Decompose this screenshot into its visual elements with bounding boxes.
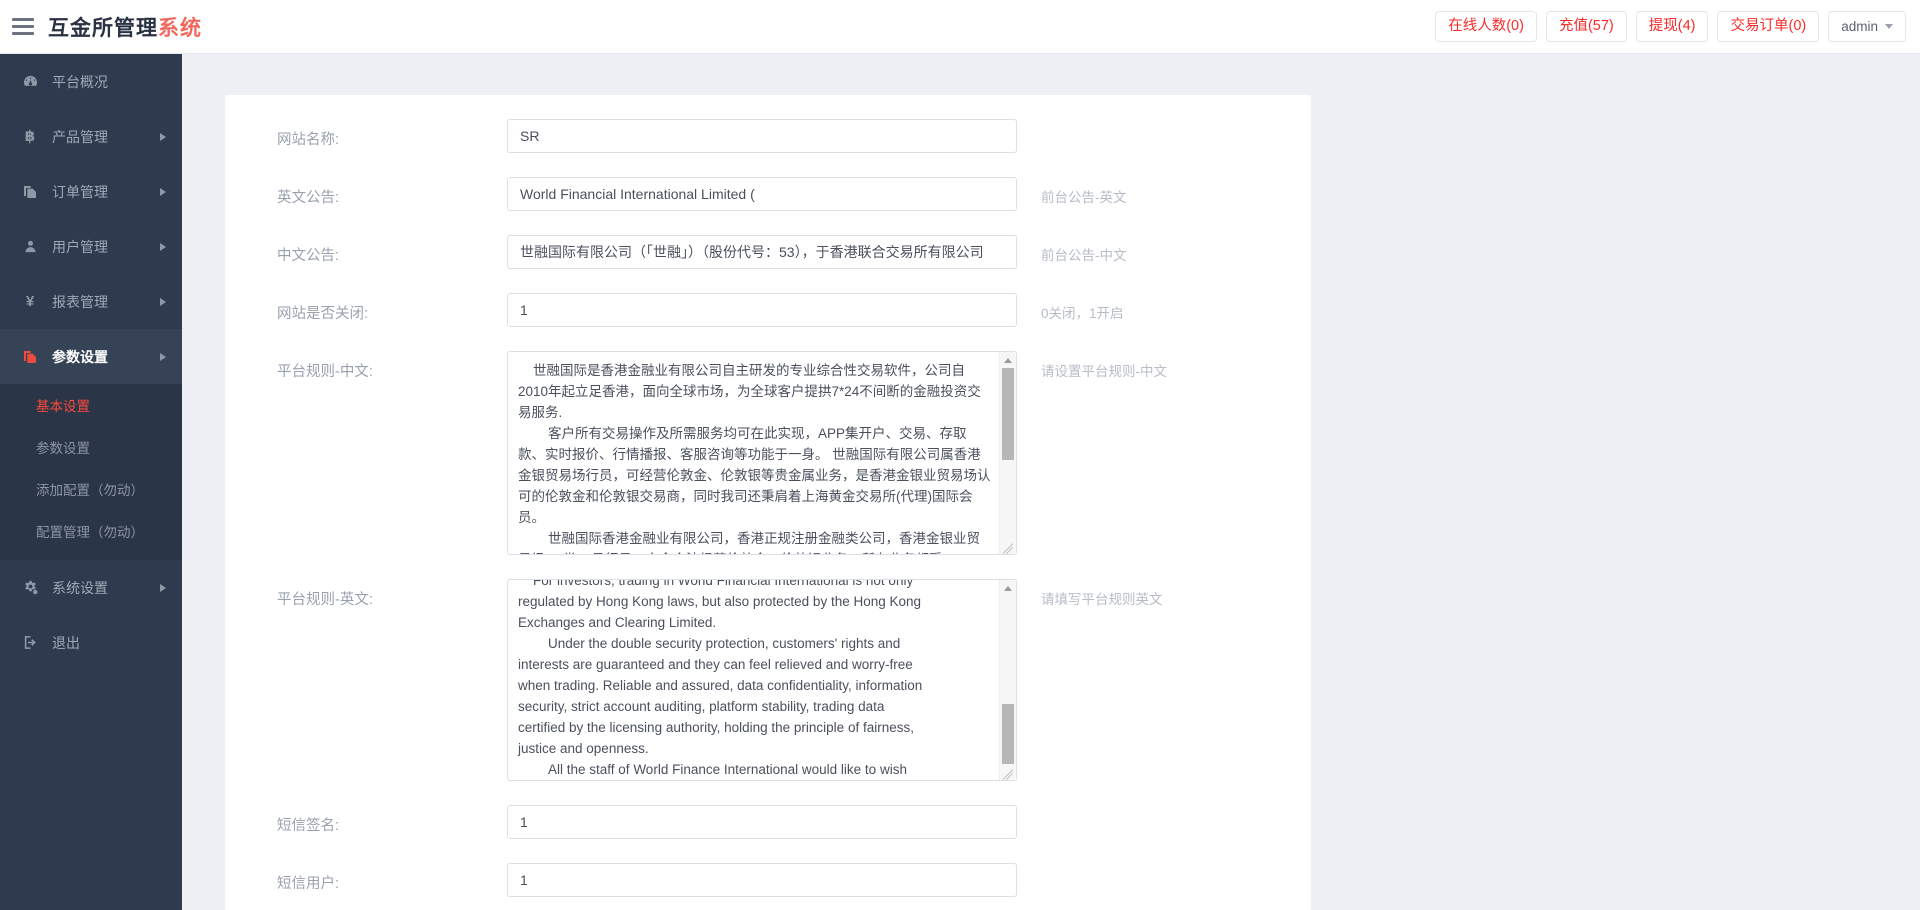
sidebar-item-logout[interactable]: 退出	[0, 615, 182, 670]
sms-user-input[interactable]	[507, 863, 1017, 897]
field-label: 平台规则-中文:	[225, 351, 507, 381]
recharge-count-button[interactable]: 充值(57)	[1546, 11, 1627, 42]
logout-icon	[20, 633, 40, 653]
sidebar-subitem-basic-settings[interactable]: 基本设置	[0, 384, 182, 426]
field-label: 短信用户:	[225, 863, 507, 893]
sidebar-item-label: 系统设置	[52, 578, 160, 598]
main-content: 网站名称: 英文公告: 前台公告-英文 中文公告:	[182, 54, 1920, 910]
field-help: 前台公告-中文	[1017, 235, 1311, 264]
field-help: 请填写平台规则英文	[1017, 579, 1311, 608]
field-label: 短信签名:	[225, 805, 507, 835]
bitcoin-icon: ฿	[20, 127, 40, 147]
sidebar-item-label: 订单管理	[52, 182, 160, 202]
field-help: 前台公告-英文	[1017, 177, 1311, 206]
copy-document-icon	[20, 347, 40, 367]
sidebar-subitem-parameter-settings[interactable]: 参数设置	[0, 426, 182, 468]
sidebar-item-label: 报表管理	[52, 292, 160, 312]
chevron-right-icon	[160, 353, 166, 361]
field-help: 请设置平台规则-中文	[1017, 351, 1311, 380]
basic-settings-form: 网站名称: 英文公告: 前台公告-英文 中文公告:	[225, 95, 1311, 910]
form-row-site-closed: 网站是否关闭: 0关闭，1开启	[225, 293, 1311, 327]
field-help	[1017, 805, 1311, 814]
field-label: 英文公告:	[225, 177, 507, 207]
field-help	[1017, 119, 1311, 128]
user-menu-button[interactable]: admin	[1828, 11, 1906, 43]
form-row-announcement-cn: 中文公告: 前台公告-中文	[225, 235, 1311, 269]
sidebar-group-parameter-settings: 参数设置 基本设置 参数设置 添加配置（勿动） 配置管理（勿动）	[0, 329, 182, 560]
form-row-platform-rules-cn: 平台规则-中文: 世融国际是香港金融业有限公司自主研发的专业综合性交易软件，公司…	[225, 351, 1311, 555]
chevron-right-icon	[160, 243, 166, 251]
brand-primary-text: 互金所管理	[48, 17, 158, 40]
online-count-button[interactable]: 在线人数(0)	[1435, 11, 1537, 42]
platform-rules-cn-textarea[interactable]: 世融国际是香港金融业有限公司自主研发的专业综合性交易软件，公司自2010年起立足…	[507, 351, 1017, 555]
sidebar: 平台概况 ฿ 产品管理 订单管理 用户管理 ¥ 报表管理	[0, 54, 182, 910]
field-control	[507, 863, 1017, 897]
site-closed-input[interactable]	[507, 293, 1017, 327]
form-row-sms-signature: 短信签名:	[225, 805, 1311, 839]
sidebar-item-product-management[interactable]: ฿ 产品管理	[0, 109, 182, 164]
field-label: 网站是否关闭:	[225, 293, 507, 323]
sidebar-item-label: 用户管理	[52, 237, 160, 257]
announcement-cn-input[interactable]	[507, 235, 1017, 269]
form-row-announcement-en: 英文公告: 前台公告-英文	[225, 177, 1311, 211]
field-label: 网站名称:	[225, 119, 507, 149]
sidebar-item-label: 退出	[52, 633, 166, 653]
field-control: For investors, trading in World Financia…	[507, 579, 1017, 781]
chevron-right-icon	[160, 584, 166, 592]
field-control	[507, 293, 1017, 327]
field-control: 世融国际是香港金融业有限公司自主研发的专业综合性交易软件，公司自2010年起立足…	[507, 351, 1017, 555]
field-control	[507, 177, 1017, 211]
withdraw-count-button[interactable]: 提现(4)	[1636, 11, 1709, 42]
form-row-site-name: 网站名称:	[225, 119, 1311, 153]
announcement-en-input[interactable]	[507, 177, 1017, 211]
field-help	[1017, 863, 1311, 872]
chevron-right-icon	[160, 133, 166, 141]
field-help: 0关闭，1开启	[1017, 293, 1311, 322]
sidebar-item-report-management[interactable]: ¥ 报表管理	[0, 274, 182, 329]
top-header-bar: 互金所管理系统 在线人数(0) 充值(57) 提现(4) 交易订单(0) adm…	[0, 0, 1920, 54]
chevron-right-icon	[160, 298, 166, 306]
sidebar-subitem-config-management[interactable]: 配置管理（勿动）	[0, 510, 182, 552]
chevron-down-icon	[1885, 24, 1893, 29]
sidebar-item-system-settings[interactable]: 系统设置	[0, 560, 182, 615]
field-control	[507, 805, 1017, 839]
sidebar-item-label: 产品管理	[52, 127, 160, 147]
dashboard-icon	[20, 72, 40, 92]
sidebar-item-label: 平台概况	[52, 72, 166, 92]
sidebar-subitem-add-config[interactable]: 添加配置（勿动）	[0, 468, 182, 510]
settings-card: 网站名称: 英文公告: 前台公告-英文 中文公告:	[225, 95, 1311, 910]
app-root: 互金所管理系统 在线人数(0) 充值(57) 提现(4) 交易订单(0) adm…	[0, 0, 1920, 910]
field-label: 中文公告:	[225, 235, 507, 265]
yen-icon: ¥	[20, 292, 40, 312]
sidebar-item-parameter-settings[interactable]: 参数设置	[0, 329, 182, 384]
platform-rules-en-wrapper: For investors, trading in World Financia…	[507, 579, 1017, 781]
brand-accent-text: 系统	[158, 17, 202, 40]
platform-rules-en-textarea[interactable]: For investors, trading in World Financia…	[507, 579, 1017, 781]
form-row-platform-rules-en: 平台规则-英文: For investors, trading in World…	[225, 579, 1311, 781]
header-actions: 在线人数(0) 充值(57) 提现(4) 交易订单(0) admin	[1435, 11, 1920, 43]
form-row-sms-user: 短信用户:	[225, 863, 1311, 897]
field-control	[507, 119, 1017, 153]
field-label: 平台规则-英文:	[225, 579, 507, 609]
trade-order-count-button[interactable]: 交易订单(0)	[1717, 11, 1819, 42]
user-menu-label: admin	[1841, 20, 1878, 34]
hamburger-icon[interactable]	[12, 17, 38, 37]
chevron-right-icon	[160, 188, 166, 196]
site-name-input[interactable]	[507, 119, 1017, 153]
platform-rules-cn-wrapper: 世融国际是香港金融业有限公司自主研发的专业综合性交易软件，公司自2010年起立足…	[507, 351, 1017, 555]
copy-document-icon	[20, 182, 40, 202]
sidebar-submenu: 基本设置 参数设置 添加配置（勿动） 配置管理（勿动）	[0, 384, 182, 560]
sms-signature-input[interactable]	[507, 805, 1017, 839]
page-title: 互金所管理系统	[48, 12, 202, 42]
user-icon	[20, 237, 40, 257]
field-control	[507, 235, 1017, 269]
sidebar-item-platform-overview[interactable]: 平台概况	[0, 54, 182, 109]
gears-icon	[20, 578, 40, 598]
sidebar-item-user-management[interactable]: 用户管理	[0, 219, 182, 274]
sidebar-item-label: 参数设置	[52, 347, 160, 367]
sidebar-item-order-management[interactable]: 订单管理	[0, 164, 182, 219]
